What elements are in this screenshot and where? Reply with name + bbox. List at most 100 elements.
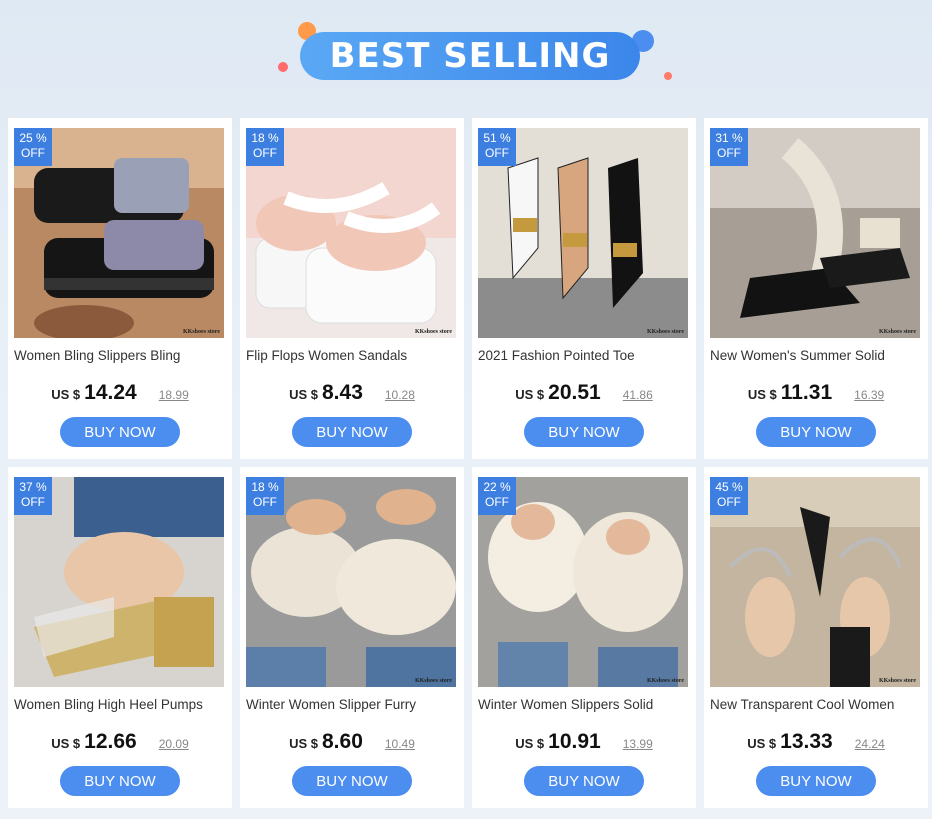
store-watermark: KKshoes store: [878, 678, 916, 684]
old-price: 10.49: [384, 737, 415, 751]
discount-percent: 18 %: [251, 131, 279, 145]
discount-percent: 45 %: [715, 480, 743, 494]
buy-now-button[interactable]: BUY NOW: [756, 766, 876, 796]
product-image[interactable]: 25 % OFF KKshoes store: [14, 128, 224, 338]
currency: US $: [747, 387, 777, 402]
price: 11.31: [780, 381, 833, 404]
price-row: US $ 8.60 10.49: [240, 730, 464, 754]
old-price: 41.86: [622, 388, 653, 402]
product-card[interactable]: 51 % OFF KKshoes store 2021 Fashion Poin…: [472, 118, 696, 459]
discount-badge: 18 % OFF: [246, 128, 284, 166]
product-title[interactable]: New Women's Summer Solid: [710, 348, 924, 363]
currency: US $: [51, 387, 81, 402]
discount-off-label: OFF: [253, 495, 277, 509]
decor-dot: [664, 72, 672, 80]
price: 20.51: [548, 381, 601, 404]
discount-badge: 37 % OFF: [14, 477, 52, 515]
product-card[interactable]: 22 % OFF KKshoes store Winter Women Slip…: [472, 467, 696, 808]
header: BEST SELLING: [0, 0, 932, 118]
buy-now-button[interactable]: BUY NOW: [756, 417, 876, 447]
price-row: US $12.66 20.09: [8, 730, 232, 754]
price-row: US $13.33 24.24: [704, 730, 928, 754]
discount-percent: 18 %: [251, 480, 279, 494]
discount-percent: 22 %: [483, 480, 511, 494]
price: 13.33: [780, 730, 833, 753]
discount-percent: 25 %: [19, 131, 47, 145]
currency: US $: [515, 387, 545, 402]
product-image[interactable]: 51 % OFF KKshoes store: [478, 128, 688, 338]
currency: US $: [289, 736, 318, 751]
discount-badge: 18 % OFF: [246, 477, 284, 515]
discount-off-label: OFF: [21, 495, 45, 509]
product-title[interactable]: Winter Women Slipper Furry: [246, 697, 460, 712]
old-price: 24.24: [854, 737, 885, 751]
product-card[interactable]: 25 % OFF KKshoes store Women Bling Slipp…: [8, 118, 232, 459]
product-image[interactable]: 45 % OFF KKshoes store: [710, 477, 920, 687]
old-price: 20.09: [158, 737, 189, 751]
product-title[interactable]: Women Bling Slippers Bling: [14, 348, 228, 363]
product-card[interactable]: 31 % OFF KKshoes store New Women's Summe…: [704, 118, 928, 459]
price-row: US $10.91 13.99: [472, 730, 696, 754]
buy-now-button[interactable]: BUY NOW: [524, 766, 644, 796]
product-card[interactable]: 45 % OFF KKshoes store New Transparent C…: [704, 467, 928, 808]
price: 12.66: [84, 730, 137, 753]
price-row: US $14.24 18.99: [8, 381, 232, 405]
currency: US $: [289, 387, 318, 402]
buy-now-button[interactable]: BUY NOW: [292, 766, 412, 796]
product-title[interactable]: 2021 Fashion Pointed Toe: [478, 348, 692, 363]
store-watermark: KKshoes store: [182, 329, 220, 335]
product-title[interactable]: Flip Flops Women Sandals: [246, 348, 460, 363]
currency: US $: [515, 736, 545, 751]
product-image[interactable]: 37 % OFF: [14, 477, 224, 687]
product-image[interactable]: 22 % OFF KKshoes store: [478, 477, 688, 687]
discount-percent: 51 %: [483, 131, 511, 145]
discount-badge: 51 % OFF: [478, 128, 516, 166]
discount-off-label: OFF: [21, 146, 45, 160]
price-row: US $ 8.43 10.28: [240, 381, 464, 405]
discount-off-label: OFF: [253, 146, 277, 160]
price-row: US $11.31 16.39: [704, 381, 928, 405]
product-card[interactable]: 37 % OFF Women Bling High Heel Pumps US …: [8, 467, 232, 808]
price: 8.43: [322, 381, 363, 404]
product-card[interactable]: 18 % OFF KKshoes store Flip Flops Women …: [240, 118, 464, 459]
store-watermark: KKshoes store: [414, 678, 452, 684]
store-watermark: KKshoes store: [646, 678, 684, 684]
old-price: 10.28: [384, 388, 415, 402]
old-price: 16.39: [854, 388, 885, 402]
price: 10.91: [548, 730, 601, 753]
store-watermark: KKshoes store: [646, 329, 684, 335]
product-grid: 25 % OFF KKshoes store Women Bling Slipp…: [8, 118, 928, 808]
old-price: 13.99: [622, 737, 653, 751]
buy-now-button[interactable]: BUY NOW: [292, 417, 412, 447]
decor-dot: [278, 62, 288, 72]
discount-percent: 37 %: [19, 480, 47, 494]
discount-percent: 31 %: [715, 131, 743, 145]
old-price: 18.99: [158, 388, 189, 402]
discount-badge: 25 % OFF: [14, 128, 52, 166]
store-watermark: KKshoes store: [414, 329, 452, 335]
product-image[interactable]: 18 % OFF KKshoes store: [246, 128, 456, 338]
product-title[interactable]: Winter Women Slippers Solid: [478, 697, 692, 712]
store-watermark: KKshoes store: [878, 329, 916, 335]
discount-badge: 22 % OFF: [478, 477, 516, 515]
product-image[interactable]: 18 % OFF KKshoes store: [246, 477, 456, 687]
discount-badge: 45 % OFF: [710, 477, 748, 515]
buy-now-button[interactable]: BUY NOW: [60, 766, 180, 796]
price: 8.60: [322, 730, 363, 753]
discount-off-label: OFF: [717, 146, 741, 160]
product-card[interactable]: 18 % OFF KKshoes store Winter Women Slip…: [240, 467, 464, 808]
discount-badge: 31 % OFF: [710, 128, 748, 166]
discount-off-label: OFF: [485, 495, 509, 509]
product-title[interactable]: Women Bling High Heel Pumps: [14, 697, 228, 712]
buy-now-button[interactable]: BUY NOW: [524, 417, 644, 447]
product-title[interactable]: New Transparent Cool Women: [710, 697, 924, 712]
product-image[interactable]: 31 % OFF KKshoes store: [710, 128, 920, 338]
currency: US $: [51, 736, 81, 751]
discount-off-label: OFF: [717, 495, 741, 509]
page-title: BEST SELLING: [300, 32, 640, 80]
buy-now-button[interactable]: BUY NOW: [60, 417, 180, 447]
price-row: US $20.51 41.86: [472, 381, 696, 405]
discount-off-label: OFF: [485, 146, 509, 160]
currency: US $: [747, 736, 777, 751]
price: 14.24: [84, 381, 137, 404]
